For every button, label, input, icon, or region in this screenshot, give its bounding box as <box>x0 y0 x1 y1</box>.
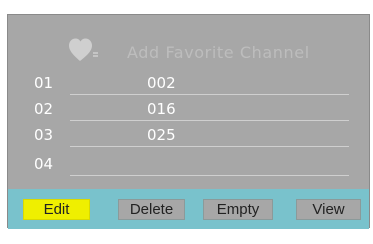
row-divider <box>70 175 349 176</box>
header: Add Favorite Channel <box>8 37 369 67</box>
row-index: 01 <box>34 74 54 92</box>
channel-number: 002 <box>147 74 176 92</box>
edit-button[interactable]: Edit <box>23 199 90 220</box>
channel-number: 016 <box>147 100 176 118</box>
heart-icon <box>69 38 98 61</box>
channel-row[interactable]: 01 002 <box>8 74 369 96</box>
empty-button[interactable]: Empty <box>203 199 273 220</box>
row-index: 04 <box>34 155 54 173</box>
favorite-channel-panel: Add Favorite Channel 01 002 02 016 03 02… <box>7 14 370 229</box>
row-divider <box>70 94 349 95</box>
row-index: 02 <box>34 100 54 118</box>
channel-number: 025 <box>147 126 176 144</box>
page-title: Add Favorite Channel <box>127 43 310 62</box>
row-divider <box>70 120 349 121</box>
view-button[interactable]: View <box>296 199 361 220</box>
channel-row[interactable]: 03 025 <box>8 126 369 148</box>
row-divider <box>70 146 349 147</box>
delete-button[interactable]: Delete <box>118 199 185 220</box>
row-index: 03 <box>34 126 54 144</box>
action-bar: Edit Delete Empty View <box>8 189 369 229</box>
channel-row[interactable]: 04 <box>8 155 369 177</box>
channel-row[interactable]: 02 016 <box>8 100 369 122</box>
